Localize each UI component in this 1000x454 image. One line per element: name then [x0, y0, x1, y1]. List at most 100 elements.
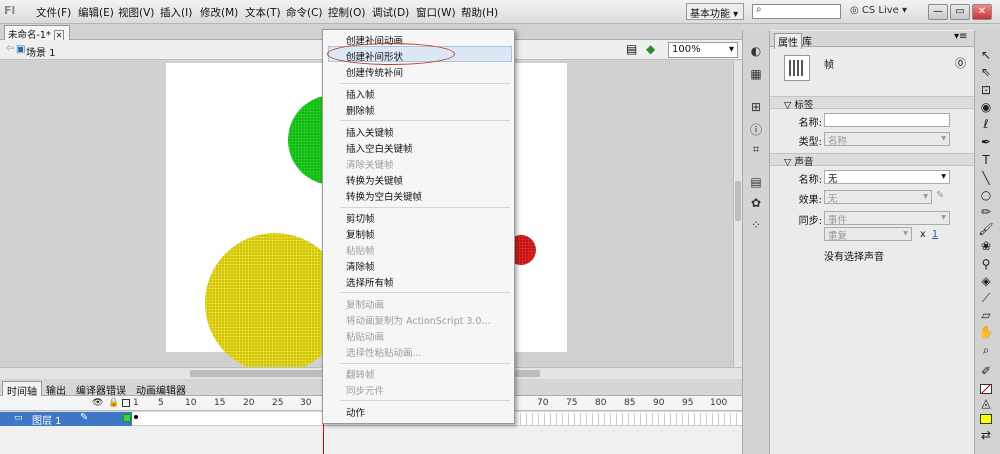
menu-item-cut-frames[interactable]: 剪切帧 [346, 211, 375, 225]
menu-item-convert-to-keyframe[interactable]: 转换为关键帧 [346, 173, 403, 187]
cs-live-button[interactable]: ◎ CS Live ▾ [850, 5, 907, 16]
eraser-tool-icon[interactable]: ▱ [976, 308, 996, 325]
keyframe-dot[interactable] [134, 415, 138, 419]
vertical-scrollbar[interactable] [733, 61, 742, 367]
components-panel-icon[interactable]: ✿ [748, 196, 764, 210]
menu-commands[interactable]: 命令(C) [286, 5, 323, 20]
panel-menu-icon[interactable]: ▾≡ [954, 31, 967, 42]
tab-output[interactable]: 输出 [42, 381, 70, 397]
eyedropper-tool-icon[interactable]: ⟋ [976, 291, 996, 308]
repeat-value: 重复 [828, 231, 848, 242]
bone-tool-icon[interactable]: ⚲ [976, 257, 996, 274]
type-value: 名称 [828, 136, 848, 147]
menu-window[interactable]: 窗口(W) [416, 5, 456, 20]
label-section-header[interactable]: ▽ 标签 [770, 96, 974, 111]
deco-tool-icon[interactable]: ❀ [976, 239, 996, 256]
swatches-panel-icon[interactable]: ▦ [748, 67, 764, 81]
type-select[interactable]: 名称 ▾ [824, 132, 950, 147]
minimize-button[interactable]: — [928, 4, 948, 20]
motion-presets-icon[interactable]: ⁘ [748, 218, 764, 232]
layer-color-icon[interactable] [123, 414, 131, 422]
menu-item-paste-motion: 粘贴动画 [346, 332, 385, 343]
menu-item-insert-blank-keyframe[interactable]: 插入空白关键帧 [346, 141, 413, 155]
tab-properties[interactable]: 属性 [774, 33, 802, 49]
stroke-color-icon[interactable]: ✐ [976, 364, 996, 381]
tab-library[interactable]: 库 [802, 33, 812, 48]
back-arrow-icon[interactable]: ⇦ [6, 43, 14, 54]
layer-name[interactable]: 图层 1 [32, 412, 62, 427]
menu-item-convert-to-blank-keyframe[interactable]: 转换为空白关键帧 [346, 189, 422, 203]
tab-compiler-errors[interactable]: 编译器错误 [72, 381, 130, 397]
lock-icon[interactable]: 🔒 [108, 398, 119, 408]
transform-panel-icon[interactable]: ⌗ [748, 142, 764, 156]
menu-item-actions[interactable]: 动作 [346, 405, 365, 419]
eye-icon[interactable]: 👁 [92, 398, 103, 408]
paint-bucket-tool-icon[interactable]: ◈ [976, 274, 996, 291]
stroke-swatch[interactable] [980, 384, 992, 394]
document-tab[interactable]: 未命名-1* ✕ [4, 25, 70, 41]
menu-insert[interactable]: 插入(I) [160, 5, 192, 20]
info-panel-icon[interactable]: ⓘ [748, 121, 764, 137]
type-label: 类型: [798, 137, 822, 148]
scene-label[interactable]: 场景 1 [26, 44, 56, 59]
workspace-switcher[interactable]: 基本功能 ▾ [686, 3, 744, 20]
panel-icon-strip [742, 30, 770, 454]
search-input[interactable] [752, 4, 841, 19]
frame-cells[interactable] [515, 413, 740, 425]
menu-item-copy-frames[interactable]: 复制帧 [346, 227, 375, 241]
hand-tool-icon[interactable]: ✋ [976, 325, 996, 342]
outline-icon[interactable] [122, 399, 130, 407]
line-tool-icon[interactable]: ╲ [976, 171, 996, 188]
lasso-tool-icon[interactable]: ℓ [976, 117, 996, 134]
zoom-tool-icon[interactable]: ⌕ [976, 343, 996, 360]
menu-item-select-all-frames[interactable]: 选择所有帧 [346, 275, 394, 289]
menu-item-insert-frame[interactable]: 插入帧 [346, 87, 375, 101]
tab-motion-editor[interactable]: 动画编辑器 [132, 381, 190, 397]
effect-value: 无 [828, 194, 838, 205]
pen-tool-icon[interactable]: ✒ [976, 135, 996, 152]
frame-name-input[interactable] [824, 113, 950, 127]
subselection-tool-icon[interactable]: ⇖ [976, 65, 996, 82]
swap-colors-icon[interactable]: ⇄ [976, 428, 996, 445]
menu-item-clear-frames[interactable]: 清除帧 [346, 259, 375, 273]
zoom-select[interactable]: 100% ▾ [668, 42, 738, 58]
menu-item-create-classic-tween[interactable]: 创建传统补间 [346, 65, 403, 79]
sound-section-header[interactable]: ▽ 声音 [770, 153, 974, 168]
close-button[interactable]: ✕ [972, 4, 992, 20]
menu-item-delete-frame[interactable]: 删除帧 [346, 103, 375, 117]
sync-select: 事件 ▾ [824, 211, 950, 226]
sound-name-select[interactable]: 无 ▾ [824, 170, 950, 185]
repeat-count[interactable]: 1 [932, 229, 938, 240]
menu-control[interactable]: 控制(O) [328, 5, 365, 20]
edit-symbols-icon[interactable]: ◆ [646, 42, 655, 56]
maximize-button[interactable]: ▭ [950, 4, 970, 20]
pencil-tool-icon[interactable]: ✏ [976, 205, 996, 222]
3d-rotation-tool-icon[interactable]: ◉ [976, 100, 996, 117]
text-tool-icon[interactable]: T [976, 153, 996, 170]
menu-debug[interactable]: 调试(D) [372, 5, 409, 20]
help-icon[interactable]: ⓪ [955, 55, 966, 71]
menu-modify[interactable]: 修改(M) [200, 5, 238, 20]
edit-scene-icon[interactable]: ▤ [626, 42, 637, 56]
brush-tool-icon[interactable]: 🖌 [976, 222, 996, 239]
menu-help[interactable]: 帮助(H) [461, 5, 498, 20]
tab-timeline[interactable]: 时间轴 [2, 381, 42, 398]
fill-swatch[interactable] [980, 414, 992, 424]
menu-file[interactable]: 文件(F) [36, 5, 71, 20]
code-snippets-icon[interactable]: ▤ [748, 175, 764, 189]
frame-tick: 90 [653, 398, 665, 408]
menu-separator [340, 400, 510, 401]
menu-view[interactable]: 视图(V) [118, 5, 154, 20]
free-transform-tool-icon[interactable]: ⊡ [976, 83, 996, 100]
color-panel-icon[interactable]: ◐ [748, 44, 764, 58]
menu-edit[interactable]: 编辑(E) [78, 5, 114, 20]
oval-tool-icon[interactable]: ○ [976, 188, 996, 205]
selection-tool-icon[interactable]: ↖ [976, 48, 996, 65]
fill-color-icon[interactable]: ◬ [976, 396, 996, 413]
zoom-value: 100% [672, 44, 701, 55]
menu-item-reverse-frames: 翻转帧 [346, 370, 375, 381]
menu-text[interactable]: 文本(T) [245, 5, 281, 20]
menu-item-insert-keyframe[interactable]: 插入关键帧 [346, 125, 394, 139]
frame-tick: 10 [185, 398, 197, 408]
align-panel-icon[interactable]: ⊞ [748, 100, 764, 114]
